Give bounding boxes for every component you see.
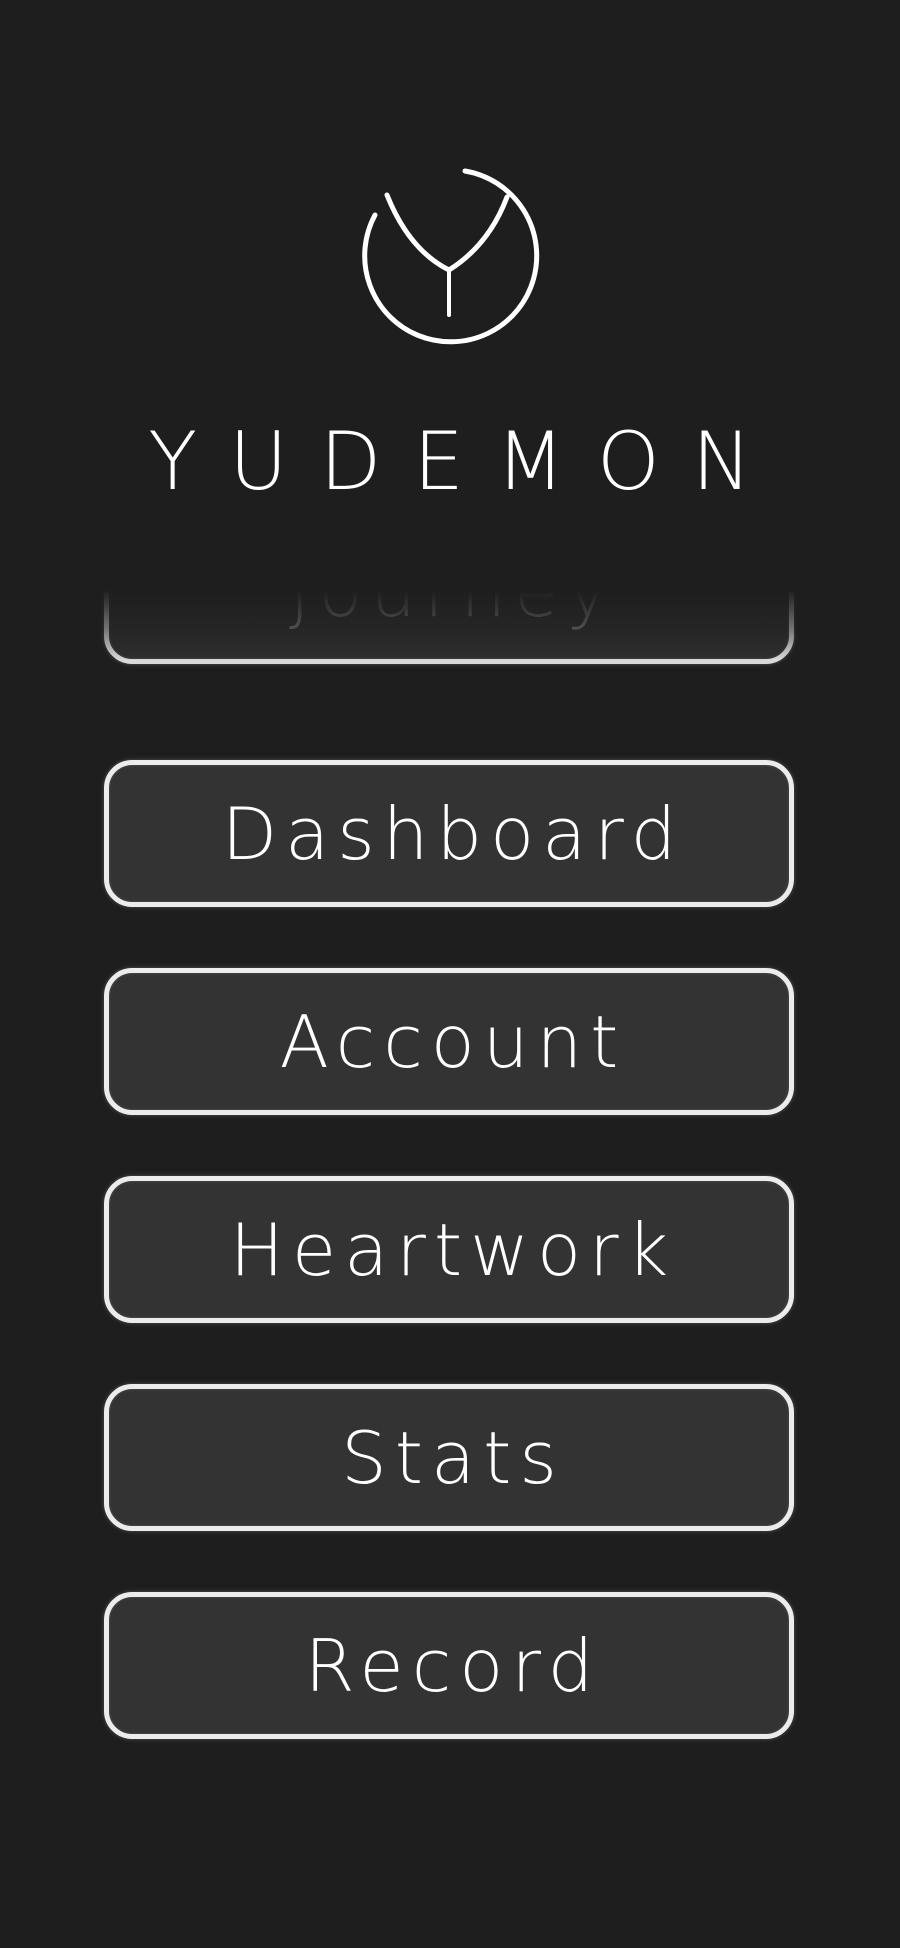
menu-label-account: Account [279,999,627,1084]
menu-label-heartwork: Heartwork [229,1207,677,1292]
menu-button-record[interactable]: Record [104,1592,794,1739]
main-menu[interactable]: Journey Dashboard Account Heartwork Stat… [0,590,900,1790]
menu-button-journey[interactable]: Journey [104,590,794,664]
app-logo [357,165,541,349]
menu-button-stats[interactable]: Stats [104,1384,794,1531]
menu-label-dashboard: Dashboard [221,791,685,876]
menu-label-record: Record [304,1623,602,1708]
menu-label-stats: Stats [341,1415,565,1500]
menu-button-account[interactable]: Account [104,968,794,1115]
menu-label-journey: Journey [289,590,617,633]
brand-title: YUDEMON [148,415,784,508]
menu-button-heartwork[interactable]: Heartwork [104,1176,794,1323]
menu-button-dashboard[interactable]: Dashboard [104,760,794,907]
yudemon-logo-icon [362,168,540,345]
